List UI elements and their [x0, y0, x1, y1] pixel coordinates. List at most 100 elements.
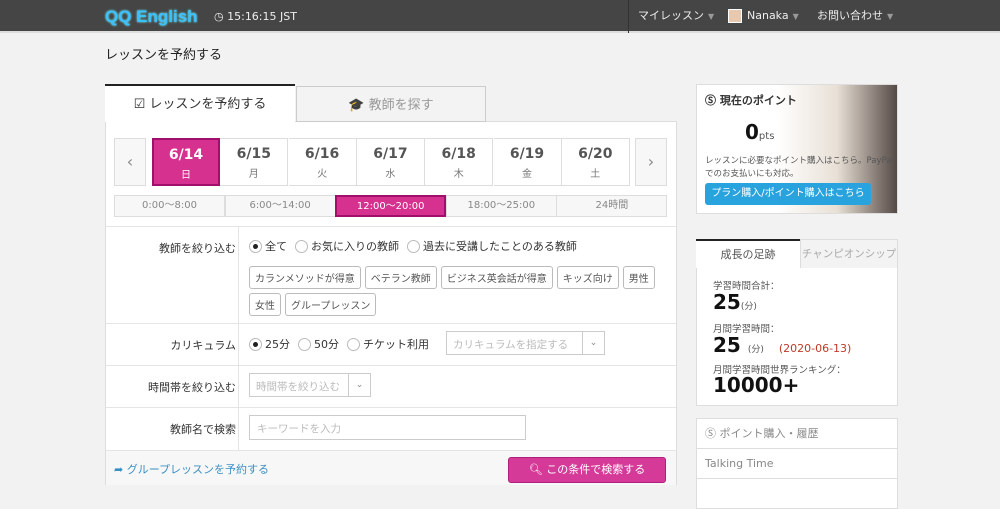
time-slot[interactable]: 12:00〜20:00: [335, 195, 447, 217]
date-6-14[interactable]: 6/14 日: [152, 138, 220, 186]
keyword-input[interactable]: キーワードを入力: [249, 415, 526, 440]
nav-my-lessons[interactable]: マイレッスン ▼: [638, 0, 714, 33]
nav-user[interactable]: Nanaka ▼: [728, 0, 799, 33]
chevron-down-icon: ▼: [887, 12, 894, 21]
day-of-week: 土: [590, 169, 601, 180]
row-divider: [106, 323, 676, 324]
value-unit: (分): [740, 302, 757, 312]
share-arrow-icon: ➦: [114, 463, 127, 476]
select-placeholder: カリキュラムを指定する: [453, 339, 569, 351]
select-placeholder: 時間帯を絞り込む: [256, 381, 340, 393]
tab-book-lesson[interactable]: ☑ レッスンを予約する: [105, 84, 295, 122]
date-6-17[interactable]: 6/17 水: [356, 138, 425, 186]
day-of-week: 火: [317, 169, 328, 180]
radio-past[interactable]: 過去に受講したことのある教師: [407, 238, 577, 254]
curriculum-select[interactable]: カリキュラムを指定する ⌄: [446, 331, 605, 355]
nav-divider: [628, 0, 629, 33]
page-title: レッスンを予約する: [105, 48, 223, 63]
date-number: 6/16: [304, 146, 340, 162]
logo[interactable]: QQ English: [105, 7, 198, 27]
monthly-date: (2020-06-13): [778, 342, 852, 355]
radio-50min[interactable]: 50分: [298, 336, 339, 352]
radio-button[interactable]: [249, 239, 262, 253]
radio-button[interactable]: [295, 239, 308, 253]
buy-points-button[interactable]: プラン購入/ポイント購入はこちら: [705, 183, 871, 205]
teacher-tag[interactable]: キッズ向け: [556, 266, 619, 289]
day-of-week: 月: [248, 169, 259, 180]
date-6-19[interactable]: 6/19 金: [493, 138, 562, 186]
teacher-tag[interactable]: カランメソッドが得意: [249, 266, 361, 289]
radio-label: お気に入りの教師: [311, 240, 399, 253]
date-6-16[interactable]: 6/16 火: [288, 138, 357, 186]
teacher-tag[interactable]: グループレッスン: [285, 293, 377, 316]
nav-label: お問い合わせ: [817, 9, 883, 22]
date-number: 6/15: [236, 146, 271, 162]
date-number: 6/19: [509, 146, 545, 162]
date-number: 6/17: [373, 146, 408, 162]
nav-label: マイレッスン: [638, 9, 704, 22]
nav-contact[interactable]: お問い合わせ ▼: [817, 0, 893, 33]
radio-25min[interactable]: 25分: [249, 336, 290, 352]
points-description: レッスンに必要なポイント購入はこちら。PayPalでのお支払いにも対応。: [705, 156, 894, 179]
chevron-right-icon: ›: [647, 152, 655, 171]
menu-label: ポイント購入・履歴: [719, 427, 819, 440]
radio-all[interactable]: 全て: [249, 238, 287, 254]
day-of-week: 水: [385, 169, 396, 180]
radio-label: 25分: [265, 338, 290, 351]
teacher-tag[interactable]: ベテラン教師: [364, 266, 437, 289]
chevron-left-icon: ‹: [126, 152, 134, 171]
clock-text: 15:16:15 JST: [227, 10, 297, 23]
radio-favorite[interactable]: お気に入りの教師: [295, 238, 399, 254]
points-card: Ⓢ 現在のポイント 0pts レッスンに必要なポイント購入はこちら。PayPal…: [696, 84, 898, 214]
ranking-value: 10000+: [713, 373, 800, 397]
row-divider: [106, 365, 676, 366]
menu-point-history[interactable]: Ⓢ ポイント購入・履歴: [696, 418, 898, 449]
points-title: Ⓢ 現在のポイント: [705, 92, 797, 108]
teacher-tag[interactable]: 男性: [622, 266, 655, 289]
date-6-18[interactable]: 6/18 木: [425, 138, 494, 186]
group-lesson-link[interactable]: ➦ グループレッスンを予約する: [114, 461, 269, 477]
calendar-check-icon: ☑: [133, 97, 150, 112]
menu-item[interactable]: [696, 478, 898, 509]
date-number: 6/20: [578, 146, 613, 162]
next-week-button[interactable]: ›: [635, 138, 667, 186]
points-value: 0pts: [745, 120, 774, 144]
time-slot[interactable]: 0:00〜8:00: [114, 195, 225, 217]
teacher-tag[interactable]: ビジネス英会話が得意: [440, 266, 553, 289]
search-button[interactable]: 🔍︎ この条件で検索する: [508, 457, 666, 483]
time-filter-label: 時間帯を絞り込む: [148, 381, 236, 394]
chevron-down-icon: ⌄: [582, 332, 604, 354]
radio-label: 全て: [265, 240, 287, 253]
tab-championship[interactable]: チャンピオンシップ: [800, 239, 898, 269]
time-slot[interactable]: 24時間: [556, 195, 668, 217]
value-unit: (分): [747, 345, 764, 355]
column-divider: [238, 226, 239, 450]
teacher-filter-label: 教師を絞り込む: [159, 242, 236, 255]
time-select[interactable]: 時間帯を絞り込む ⌄: [249, 373, 371, 397]
time-slot[interactable]: 6:00〜14:00: [224, 195, 336, 217]
growth-card: 学習時間合計： 25(分) 月間学習時間： 25 (分) (2020-06-13…: [696, 268, 898, 406]
date-6-20[interactable]: 6/20 土: [561, 138, 630, 186]
points-unit: pts: [758, 131, 775, 142]
chevron-down-icon: ⌄: [348, 374, 370, 396]
radio-button[interactable]: [347, 337, 360, 351]
date-6-15[interactable]: 6/15 月: [220, 138, 289, 186]
tab-growth[interactable]: 成長の足跡: [696, 239, 800, 269]
time-slot[interactable]: 18:00〜25:00: [445, 195, 557, 217]
tab-find-teacher[interactable]: 🎓 教師を探す: [296, 86, 486, 122]
teacher-tag[interactable]: 女性: [249, 293, 281, 316]
radio-label: 過去に受講したことのある教師: [423, 240, 577, 253]
row-divider: [106, 407, 676, 408]
tab-label: 教師を探す: [368, 98, 434, 113]
link-label: グループレッスンを予約する: [126, 463, 270, 476]
radio-button[interactable]: [298, 337, 311, 351]
value-number: 25: [713, 333, 741, 357]
prev-week-button[interactable]: ‹: [114, 138, 146, 186]
search-icon: 🔍︎: [528, 463, 547, 476]
radio-button[interactable]: [249, 337, 262, 351]
radio-ticket[interactable]: チケット利用: [347, 336, 429, 352]
radio-button[interactable]: [407, 239, 420, 253]
menu-talking-time[interactable]: Talking Time: [696, 448, 898, 479]
monthly-time-value: 25 (分) (2020-06-13): [713, 333, 851, 357]
button-label: この条件で検索する: [546, 463, 646, 476]
